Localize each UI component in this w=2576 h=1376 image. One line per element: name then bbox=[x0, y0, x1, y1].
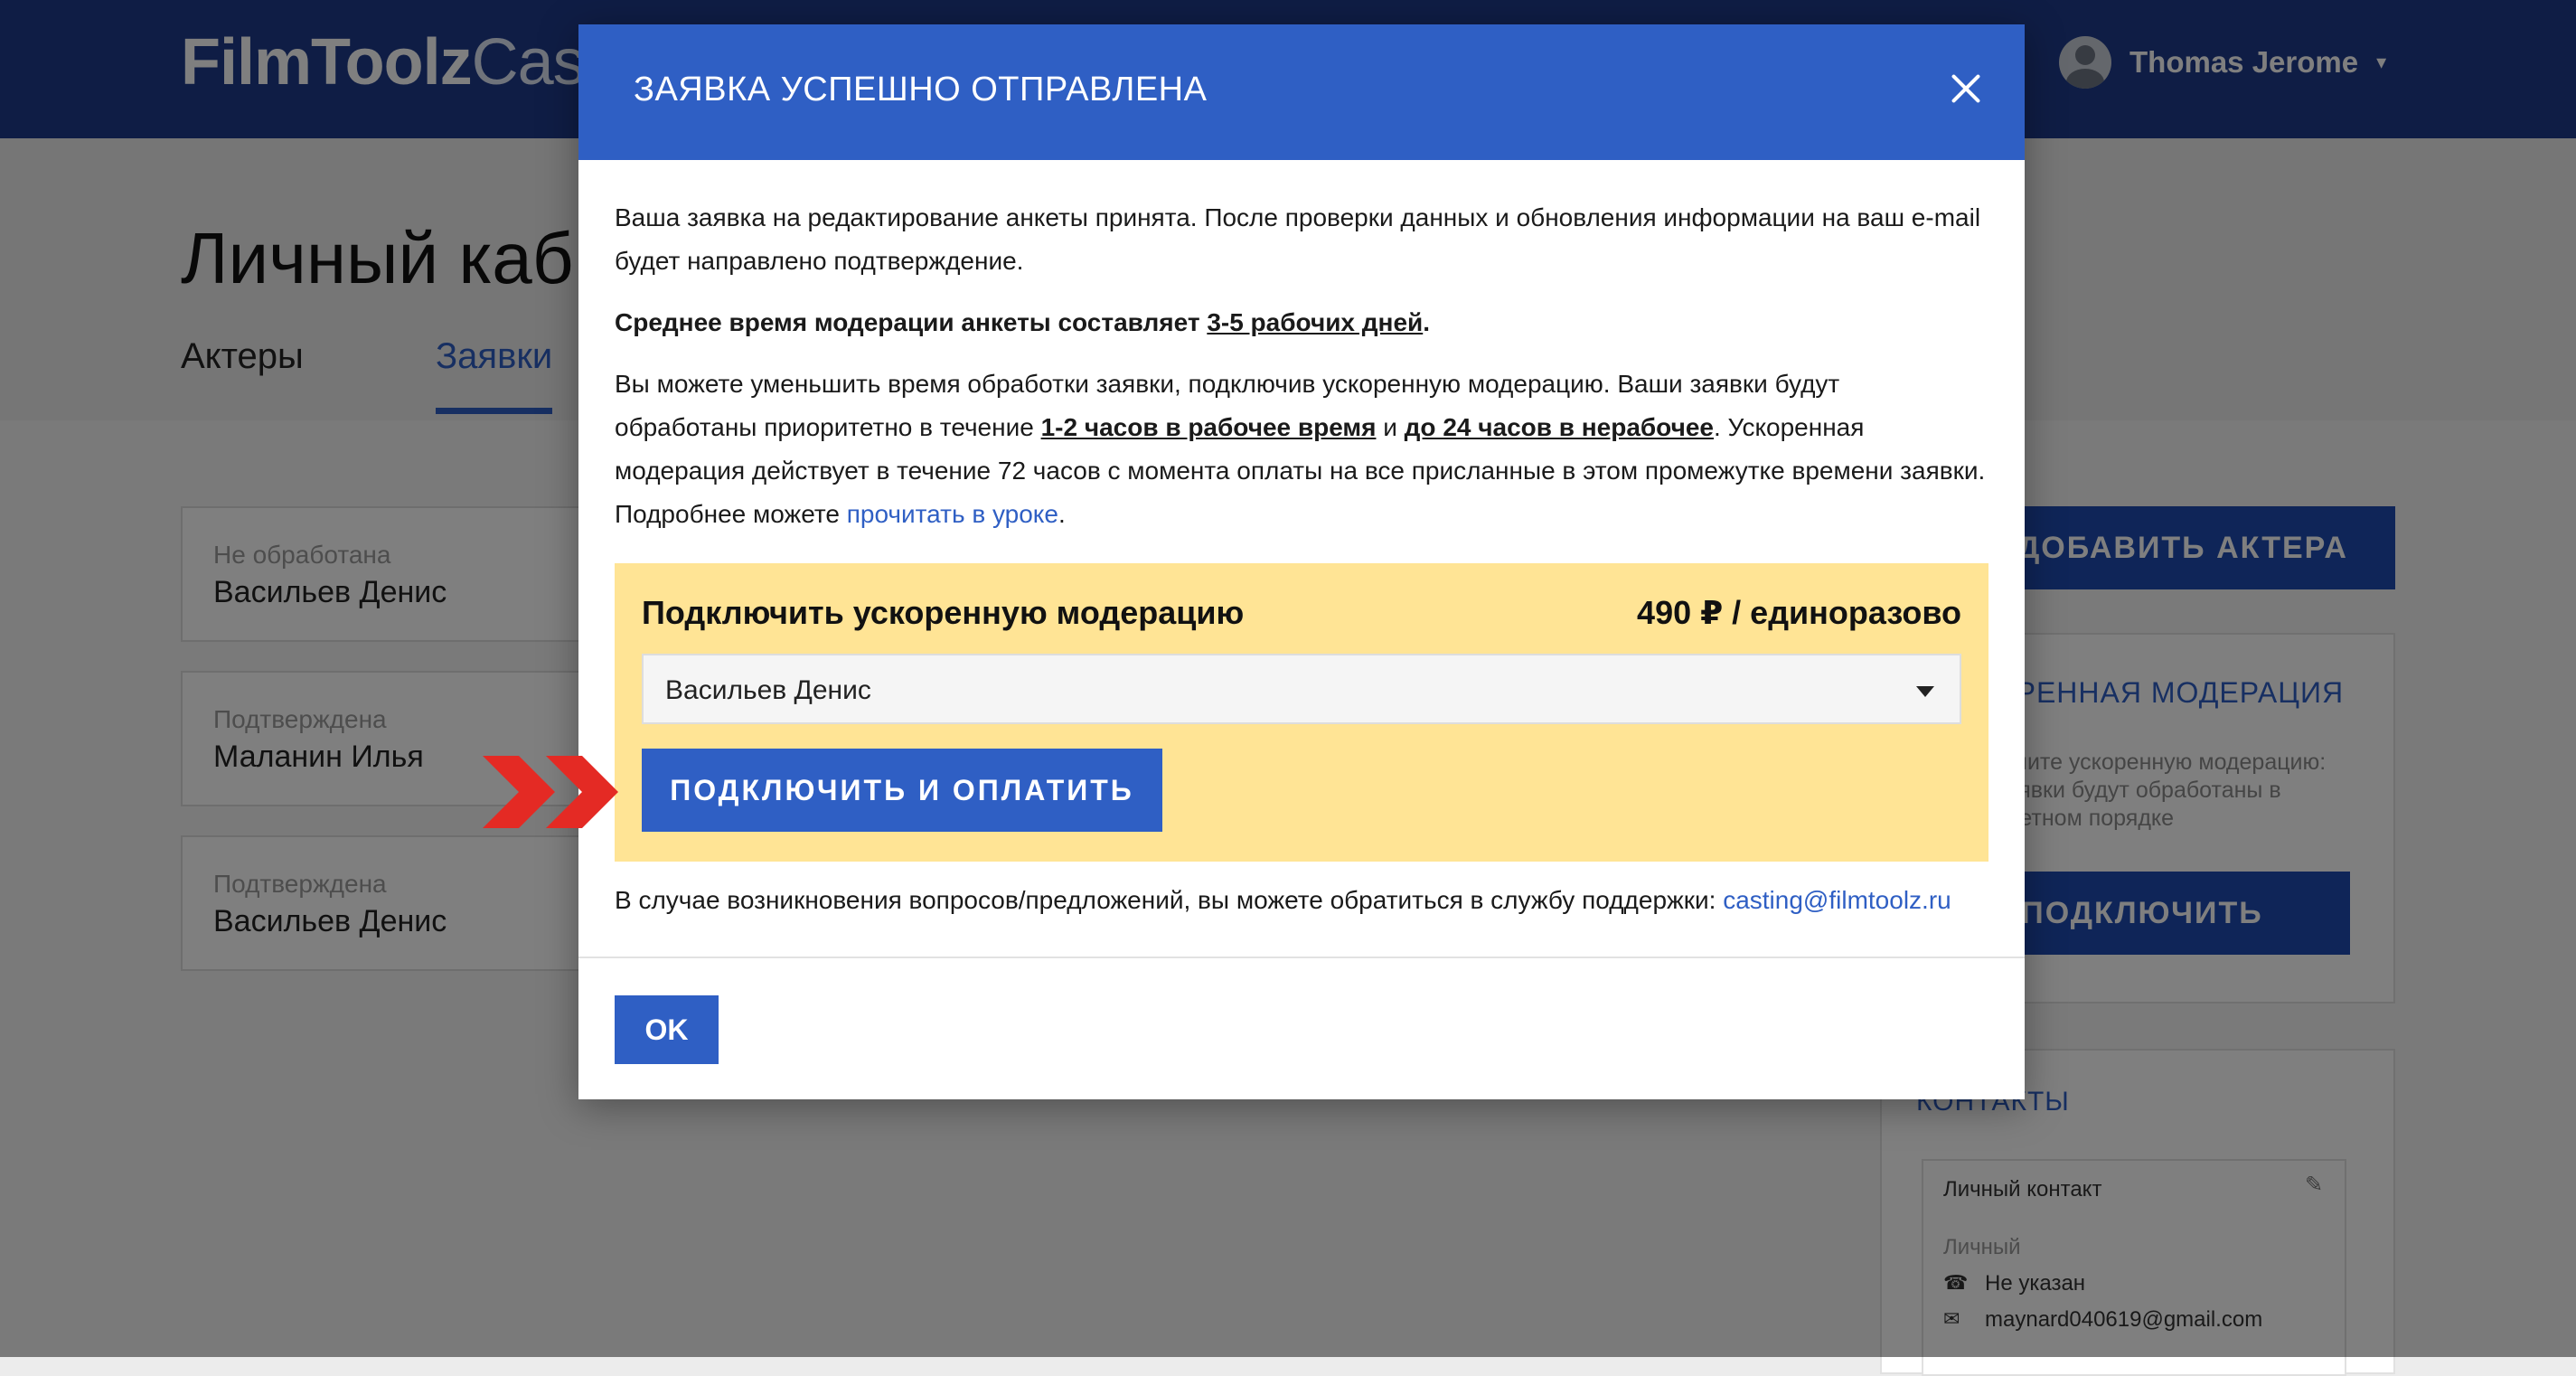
success-modal: ЗАЯВКА УСПЕШНО ОТПРАВЛЕНА Ваша заявка на… bbox=[578, 24, 2025, 1099]
support-email-link[interactable]: casting@filmtoolz.ru bbox=[1723, 886, 1951, 914]
request-select[interactable]: Васильев Денис bbox=[642, 654, 1961, 724]
fast-moderation-promo: Подключить ускоренную модерацию 490 ₽ / … bbox=[615, 563, 1988, 862]
moderation-time-text: Среднее время модерации анкеты составляе… bbox=[615, 308, 1431, 336]
promo-title: Подключить ускоренную модерацию bbox=[642, 594, 1245, 631]
work-time: 1-2 часов в рабочее время bbox=[1040, 413, 1377, 441]
modal-header: ЗАЯВКА УСПЕШНО ОТПРАВЛЕНА bbox=[578, 24, 2025, 160]
close-icon[interactable] bbox=[1943, 66, 1988, 111]
divider bbox=[578, 957, 2025, 958]
chevron-right-arrows-icon bbox=[483, 756, 618, 828]
intro-text: Ваша заявка на редактирование анкеты при… bbox=[615, 203, 1981, 275]
fast-moderation-info: Вы можете уменьшить время обработки заяв… bbox=[615, 370, 1986, 528]
connect-and-pay-button[interactable]: ПОДКЛЮЧИТЬ И ОПЛАТИТЬ bbox=[642, 749, 1162, 832]
modal-title: ЗАЯВКА УСПЕШНО ОТПРАВЛЕНА bbox=[634, 71, 1208, 108]
modal-body: Ваша заявка на редактирование анкеты при… bbox=[615, 196, 1988, 536]
promo-price: 490 ₽ / единоразово bbox=[1637, 594, 1961, 631]
moderation-time: 3-5 рабочих дней bbox=[1207, 308, 1424, 336]
lesson-link[interactable]: прочитать в уроке bbox=[847, 500, 1058, 528]
chevron-down-icon bbox=[1916, 686, 1934, 697]
ok-button[interactable]: OK bbox=[615, 995, 719, 1064]
select-value: Васильев Денис bbox=[665, 675, 871, 705]
support-text: В случае возникновения вопросов/предложе… bbox=[615, 886, 1951, 914]
off-time: до 24 часов в нерабочее bbox=[1404, 413, 1714, 441]
